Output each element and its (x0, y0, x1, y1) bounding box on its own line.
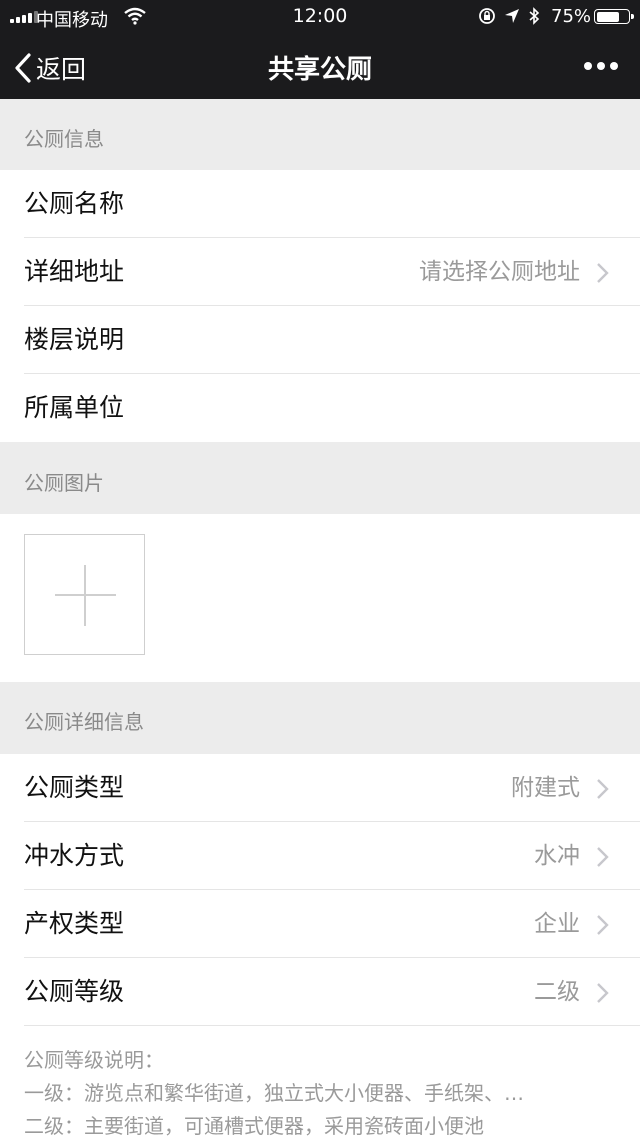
row-divider (24, 1025, 640, 1026)
form-row-ownership[interactable]: 产权类型 企业 (0, 890, 640, 958)
row-label: 公厕类型 (24, 773, 125, 802)
row-value: 企业 (534, 911, 580, 937)
battery-percent: 75% (551, 6, 592, 27)
form-row-name[interactable]: 公厕名称 (0, 170, 640, 238)
chevron-right-icon (597, 915, 609, 935)
section-header-photos: 公厕图片 (0, 442, 640, 514)
chevron-right-icon (597, 263, 609, 283)
status-bar: 中国移动 12:00 75% (0, 0, 640, 34)
row-value: 附建式 (511, 775, 580, 801)
form-row-floor[interactable]: 楼层说明 (0, 306, 640, 374)
chevron-right-icon (597, 847, 609, 867)
grade-notes: 公厕等级说明： 一级：游览点和繁华街道，独立式大小便器、手纸架、… 二级：主要街… (24, 1044, 624, 1143)
row-label: 公厕等级 (24, 977, 125, 1006)
rotation-lock-icon (479, 8, 495, 24)
clock: 12:00 (292, 5, 348, 27)
form-row-address[interactable]: 详细地址 请选择公厕地址 (0, 238, 640, 306)
row-label: 产权类型 (24, 909, 125, 938)
row-value: 二级 (534, 979, 580, 1005)
add-photo-button[interactable] (24, 534, 145, 655)
nav-bar: 返回 共享公厕 (0, 34, 640, 99)
row-label: 公厕名称 (24, 189, 125, 218)
row-label: 冲水方式 (24, 841, 125, 870)
form-row-toilet-type[interactable]: 公厕类型 附建式 (0, 754, 640, 822)
location-icon (505, 9, 519, 23)
section-header-info: 公厕信息 (0, 99, 640, 170)
row-label: 楼层说明 (24, 325, 125, 354)
page-title: 共享公厕 (267, 55, 372, 85)
row-label: 详细地址 (24, 257, 125, 286)
address-placeholder: 请选择公厕地址 (419, 259, 580, 285)
grade-note-line: 二级：主要街道，可通槽式便器，采用瓷砖面小便池 (24, 1114, 484, 1138)
more-menu-button[interactable] (578, 54, 624, 78)
section-header-detail: 公厕详细信息 (0, 682, 640, 754)
chevron-right-icon (597, 983, 609, 1003)
row-label: 所属单位 (24, 393, 125, 422)
more-dots-icon (584, 62, 592, 70)
form-row-unit[interactable]: 所属单位 (0, 374, 640, 442)
battery-icon (594, 9, 634, 24)
row-value: 水冲 (534, 843, 580, 869)
grade-note-line: 一级：游览点和繁华街道，独立式大小便器、手纸架、… (24, 1081, 524, 1105)
chevron-right-icon (597, 779, 609, 799)
form-row-flush-type[interactable]: 冲水方式 水冲 (0, 822, 640, 890)
form-row-grade[interactable]: 公厕等级 二级 (0, 958, 640, 1026)
grade-notes-title: 公厕等级说明： (24, 1048, 164, 1072)
bluetooth-icon (529, 7, 540, 25)
